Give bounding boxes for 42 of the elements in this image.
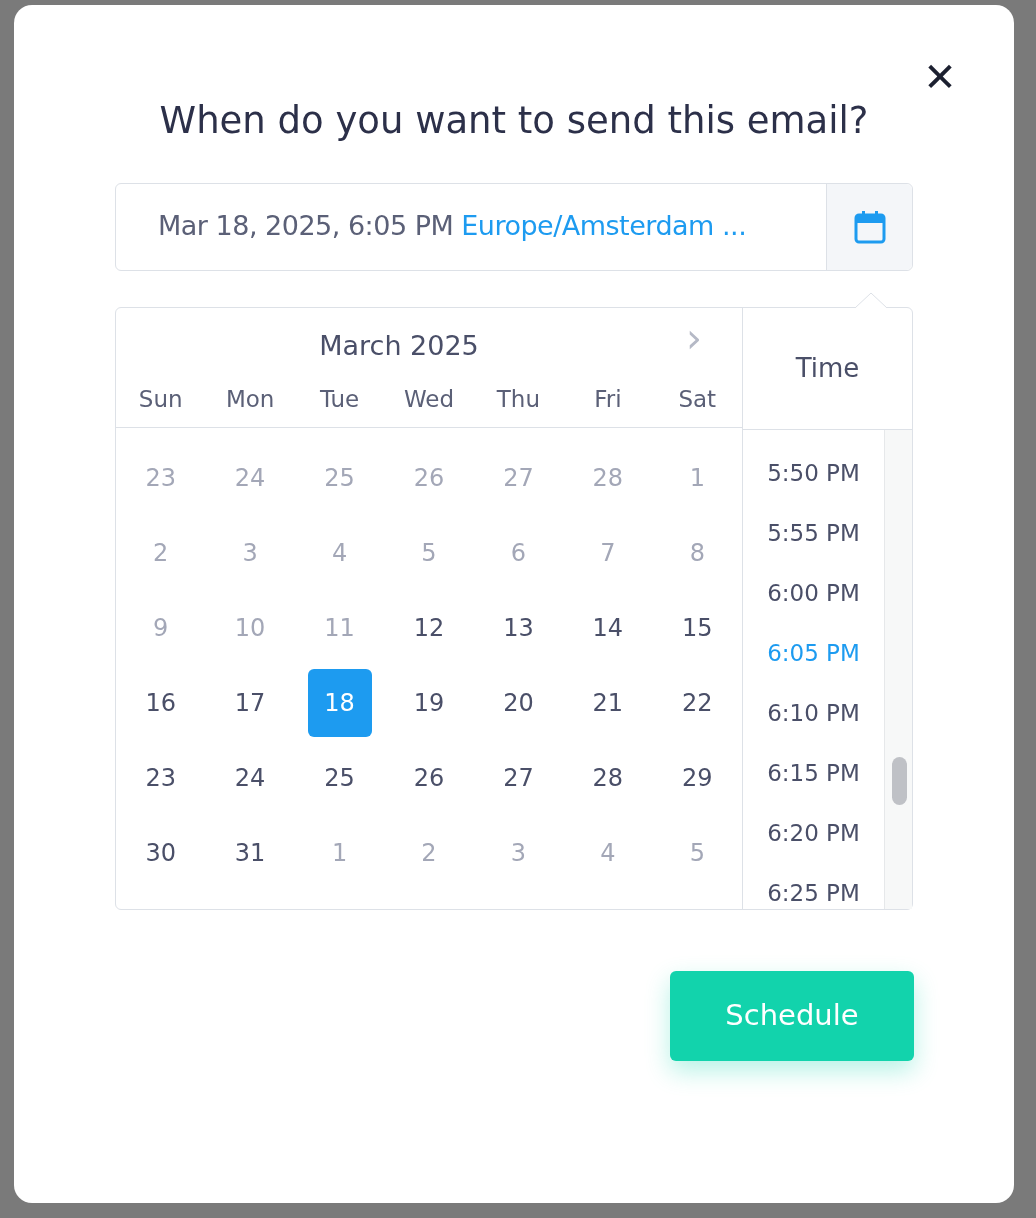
time-heading: Time — [795, 351, 860, 385]
calendar-day[interactable]: 17 — [218, 669, 283, 737]
calendar-day[interactable]: 30 — [128, 819, 193, 887]
time-option[interactable]: 6:10 PM — [767, 695, 860, 730]
calendar-day[interactable]: 27 — [486, 744, 551, 812]
time-option[interactable]: 6:25 PM — [767, 875, 860, 909]
weekday-label: Thu — [495, 385, 542, 414]
calendar-day[interactable]: 15 — [665, 594, 730, 662]
calendar-day[interactable]: 28 — [575, 744, 640, 812]
calendar-day[interactable]: 24 — [218, 744, 283, 812]
calendar-day[interactable]: 31 — [218, 819, 283, 887]
dialog-title: When do you want to send this email? — [158, 98, 870, 144]
calendar-icon[interactable] — [853, 209, 886, 244]
time-option[interactable]: 5:55 PM — [767, 515, 860, 550]
calendar-day[interactable]: 23 — [128, 744, 193, 812]
datetime-value: Mar 18, 2025, 6:05 PM — [158, 209, 454, 244]
calendar-day[interactable]: 12 — [397, 594, 461, 662]
time-option[interactable]: 6:20 PM — [767, 815, 860, 850]
datetime-field[interactable]: Mar 18, 2025, 6:05 PM Europe/Amsterdam ... — [115, 182, 913, 271]
calendar-day[interactable]: 25 — [307, 744, 372, 812]
weekday-label: Sat — [677, 385, 718, 414]
time-option[interactable]: 6:15 PM — [767, 755, 860, 790]
calendar-day[interactable]: 22 — [665, 669, 730, 737]
weekday-label: Fri — [593, 385, 623, 414]
scrollbar-thumb[interactable] — [892, 756, 907, 805]
month-label: March 2025 — [319, 328, 479, 363]
time-option[interactable]: 5:50 PM — [767, 455, 860, 490]
calendar-day[interactable]: 29 — [665, 744, 730, 812]
calendar-day[interactable]: 20 — [486, 669, 551, 737]
weekday-label: Sun — [137, 385, 184, 414]
close-button[interactable]: ✕ — [918, 55, 962, 99]
weekday-label: Wed — [402, 385, 456, 414]
calendar-day[interactable]: 19 — [397, 669, 461, 737]
timezone-value: Europe/Amsterdam ... — [461, 209, 747, 244]
calendar-day[interactable]: 26 — [397, 744, 461, 812]
weekday-label: Tue — [318, 385, 361, 414]
calendar-day[interactable]: 21 — [575, 669, 640, 737]
time-option[interactable]: 6:00 PM — [767, 575, 860, 610]
weekday-label: Mon — [224, 385, 276, 414]
calendar-day[interactable]: 14 — [575, 594, 640, 662]
calendar-day[interactable]: 16 — [128, 669, 193, 737]
calendar-day[interactable]: 13 — [486, 594, 551, 662]
